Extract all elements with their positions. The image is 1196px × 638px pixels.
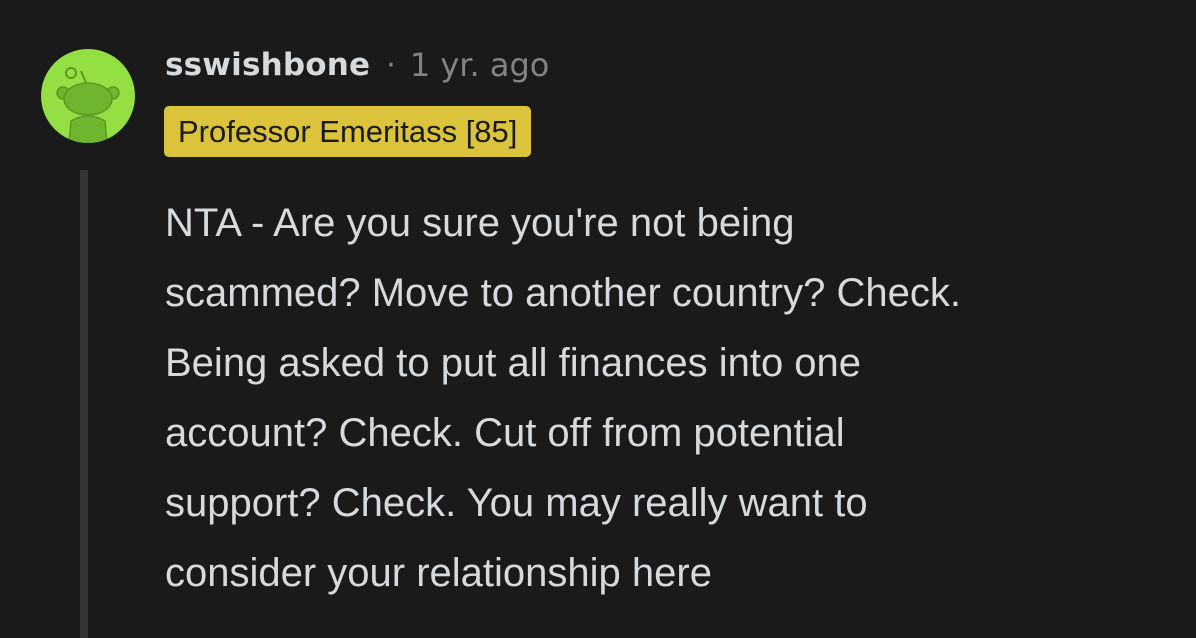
meta-separator: · [386,47,396,83]
comment-meta: sswishbone · 1 yr. ago [165,40,549,90]
comment-body-line: account? Check. Cut off from potential [165,411,845,455]
user-flair-badge: Professor Emeritass [85] [164,106,532,157]
comment-body-line: scammed? Move to another country? Check. [165,271,961,315]
comment-timestamp[interactable]: 1 yr. ago [410,46,550,84]
author-username[interactable]: sswishbone [165,47,370,83]
comment-body-line: consider your relationship here [165,551,712,595]
comment-body-line: NTA - Are you sure you're not being [165,201,795,245]
snoo-avatar-icon[interactable] [41,49,135,143]
comment-body: NTA - Are you sure you're not being scam… [165,188,1175,608]
thread-line[interactable] [80,170,88,638]
comment: sswishbone · 1 yr. ago Professor Emerita… [0,0,1196,638]
comment-body-line: support? Check. You may really want to [165,481,868,525]
comment-body-line: Being asked to put all finances into one [165,341,862,385]
